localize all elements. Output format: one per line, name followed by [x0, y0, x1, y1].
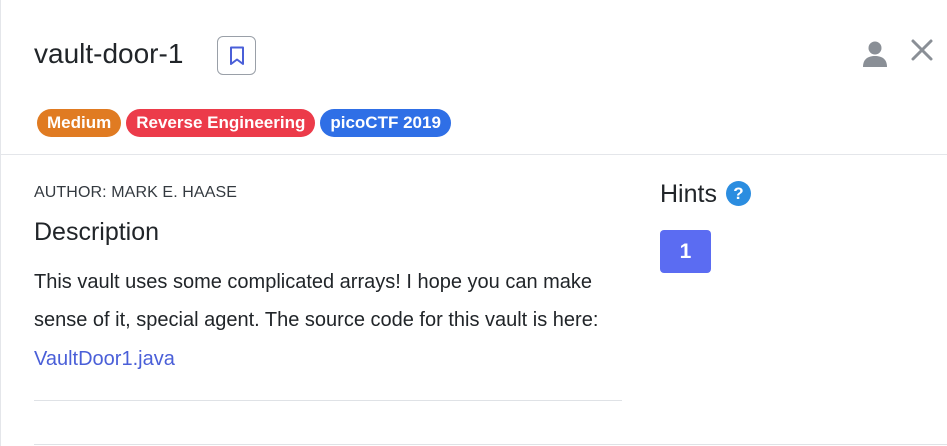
description-heading: Description [34, 218, 160, 246]
hints-heading: Hints [660, 180, 717, 208]
hint-button-1[interactable]: 1 [660, 230, 711, 273]
source-file-link[interactable]: VaultDoor1.java [34, 344, 175, 374]
close-icon[interactable] [910, 38, 934, 62]
dialog-header: vault-door-1 Medium Reverse Engineering … [1, 0, 947, 155]
bookmark-icon [229, 46, 244, 65]
challenge-title: vault-door-1 [34, 38, 184, 69]
help-icon[interactable]: ? [726, 181, 751, 206]
difficulty-badge[interactable]: Medium [37, 109, 122, 137]
user-icon[interactable] [862, 40, 888, 68]
bookmark-button[interactable] [217, 36, 256, 75]
tag-badges: Medium Reverse Engineering picoCTF 2019 [37, 109, 451, 137]
event-badge[interactable]: picoCTF 2019 [320, 109, 451, 137]
author-label: AUTHOR: MARK E. HAASE [34, 184, 238, 201]
description-text: This vault uses some complicated arrays!… [34, 271, 599, 331]
challenge-dialog: vault-door-1 Medium Reverse Engineering … [0, 0, 947, 446]
category-badge[interactable]: Reverse Engineering [126, 109, 316, 137]
bottom-divider [34, 444, 947, 445]
description-divider [34, 400, 622, 401]
